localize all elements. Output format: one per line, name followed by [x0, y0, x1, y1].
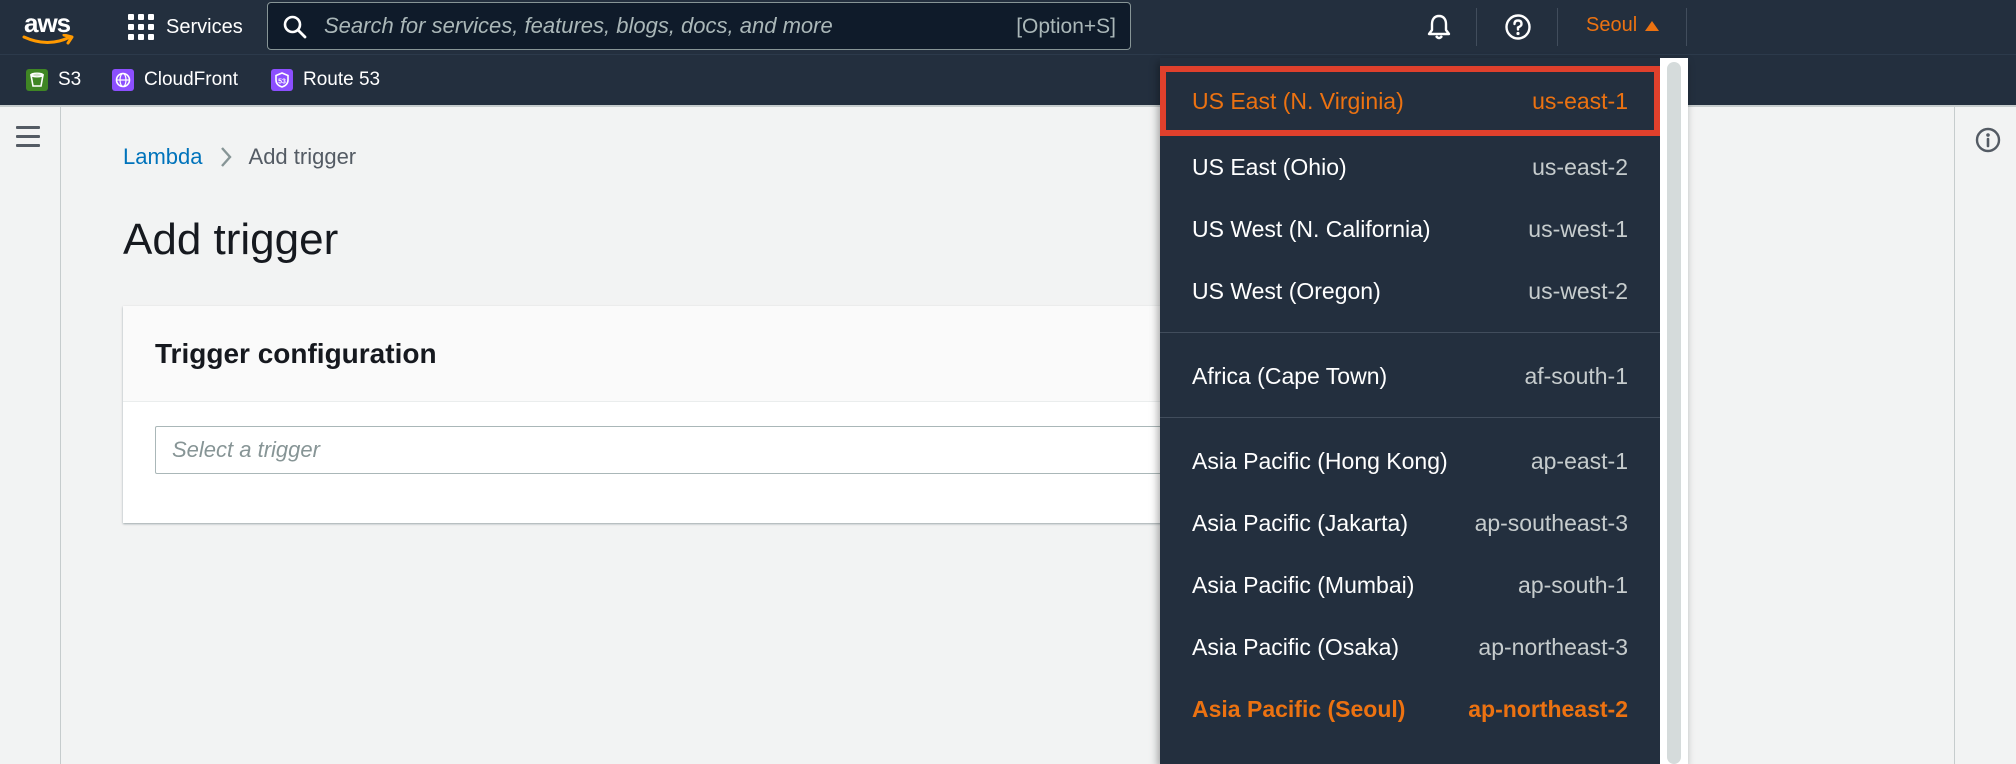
breadcrumb-current: Add trigger — [248, 144, 357, 169]
region-option-name: US East (Ohio) — [1192, 153, 1347, 180]
s3-bucket-icon — [26, 69, 48, 91]
top-navigation: aws Services [Option+S] Seoul — [0, 0, 2016, 54]
region-group-separator — [1160, 417, 1660, 418]
region-option-code: us-west-2 — [1528, 277, 1628, 304]
nav-divider — [1557, 8, 1558, 46]
favorites-bar: S3 CloudFront 53 Route 53 — [0, 54, 2016, 107]
region-option-code: us-west-1 — [1528, 215, 1628, 242]
region-option-name: Asia Pacific (Jakarta) — [1192, 509, 1409, 536]
panel-header: Trigger configuration — [123, 306, 1223, 402]
breadcrumb: Lambda Add trigger — [123, 144, 356, 170]
services-button[interactable]: Services — [128, 12, 243, 42]
region-option-name: US East (N. Virginia) — [1192, 87, 1404, 114]
search-shortcut-hint: [Option+S] — [1016, 15, 1116, 38]
region-option-name: Asia Pacific (Hong Kong) — [1192, 447, 1448, 474]
favorite-label: Route 53 — [303, 69, 381, 90]
region-option-name: Asia Pacific (Seoul) — [1192, 695, 1406, 722]
aws-smile-icon — [22, 34, 74, 45]
search-icon — [283, 15, 307, 39]
page-title: Add trigger — [123, 215, 339, 264]
region-list: US East (N. Virginia) us-east-1 US East (O… — [1160, 58, 1660, 740]
trigger-configuration-panel: Trigger configuration — [123, 306, 1255, 523]
region-option-ap-southeast-3[interactable]: Asia Pacific (Jakarta) ap-southeast-3 — [1160, 492, 1660, 554]
region-group-separator — [1160, 332, 1660, 333]
region-option-name: Asia Pacific (Mumbai) — [1192, 571, 1415, 598]
region-option-us-west-1[interactable]: US West (N. California) us-west-1 — [1160, 198, 1660, 260]
region-option-code: ap-northeast-3 — [1478, 633, 1628, 660]
region-option-name: US West (N. California) — [1192, 215, 1431, 242]
region-option-code: ap-east-1 — [1530, 447, 1628, 474]
notifications-bell-icon[interactable] — [1425, 13, 1453, 41]
region-option-code: us-east-1 — [1532, 87, 1628, 114]
region-option-us-east-2[interactable]: US East (Ohio) us-east-2 — [1160, 136, 1660, 198]
aws-logo[interactable]: aws — [22, 8, 78, 46]
menu-hamburger-icon[interactable] — [16, 126, 40, 148]
trigger-select-input[interactable] — [156, 427, 1254, 473]
favorite-s3[interactable]: S3 — [26, 69, 81, 91]
route53-shield-icon: 53 — [271, 69, 293, 91]
favorite-route53[interactable]: 53 Route 53 — [271, 69, 380, 91]
region-option-name: US West (Oregon) — [1192, 277, 1381, 304]
search-bar[interactable]: [Option+S] — [267, 2, 1131, 50]
help-icon[interactable] — [1504, 13, 1532, 41]
nav-divider — [1476, 8, 1477, 46]
region-option-code: ap-northeast-2 — [1468, 695, 1628, 722]
favorite-label: CloudFront — [144, 69, 238, 90]
grid-icon — [128, 14, 154, 40]
region-option-us-west-2[interactable]: US West (Oregon) us-west-2 — [1160, 260, 1660, 322]
region-option-code: us-east-2 — [1532, 153, 1628, 180]
side-panel-divider — [60, 107, 61, 764]
caret-up-icon — [1645, 20, 1660, 31]
favorite-label: S3 — [58, 69, 82, 90]
nav-divider — [1686, 8, 1687, 46]
panel-heading: Trigger configuration — [155, 337, 437, 369]
region-selector-label: Seoul — [1586, 14, 1638, 36]
region-option-code: ap-southeast-3 — [1474, 509, 1628, 536]
favorite-cloudfront[interactable]: CloudFront — [112, 69, 238, 91]
region-option-ap-south-1[interactable]: Asia Pacific (Mumbai) ap-south-1 — [1160, 554, 1660, 616]
cloudfront-globe-icon — [112, 69, 134, 91]
region-option-ap-northeast-2[interactable]: Asia Pacific (Seoul) ap-northeast-2 — [1160, 678, 1660, 740]
breadcrumb-lambda-link[interactable]: Lambda — [123, 144, 203, 170]
svg-text:53: 53 — [278, 79, 286, 86]
tools-panel-divider — [1954, 107, 1955, 764]
region-option-ap-east-1[interactable]: Asia Pacific (Hong Kong) ap-east-1 — [1160, 430, 1660, 492]
region-option-name: Africa (Cape Town) — [1192, 362, 1388, 389]
region-option-code: af-south-1 — [1524, 362, 1628, 389]
info-icon[interactable] — [1975, 127, 2001, 153]
scrollbar-thumb[interactable] — [1667, 62, 1681, 764]
region-option-name: Asia Pacific (Osaka) — [1192, 633, 1400, 660]
region-option-us-east-1[interactable]: US East (N. Virginia) us-east-1 — [1160, 66, 1660, 136]
region-option-af-south-1[interactable]: Africa (Cape Town) af-south-1 — [1160, 345, 1660, 407]
chevron-right-icon — [220, 147, 232, 167]
region-selector-button[interactable]: Seoul — [1586, 14, 1660, 37]
trigger-select[interactable] — [155, 426, 1255, 474]
region-dropdown-menu: US East (N. Virginia) us-east-1 US East (O… — [1160, 58, 1688, 764]
services-label: Services — [166, 15, 243, 38]
region-option-ap-northeast-3[interactable]: Asia Pacific (Osaka) ap-northeast-3 — [1160, 616, 1660, 678]
search-input[interactable] — [324, 3, 944, 49]
region-option-code: ap-south-1 — [1518, 571, 1628, 598]
